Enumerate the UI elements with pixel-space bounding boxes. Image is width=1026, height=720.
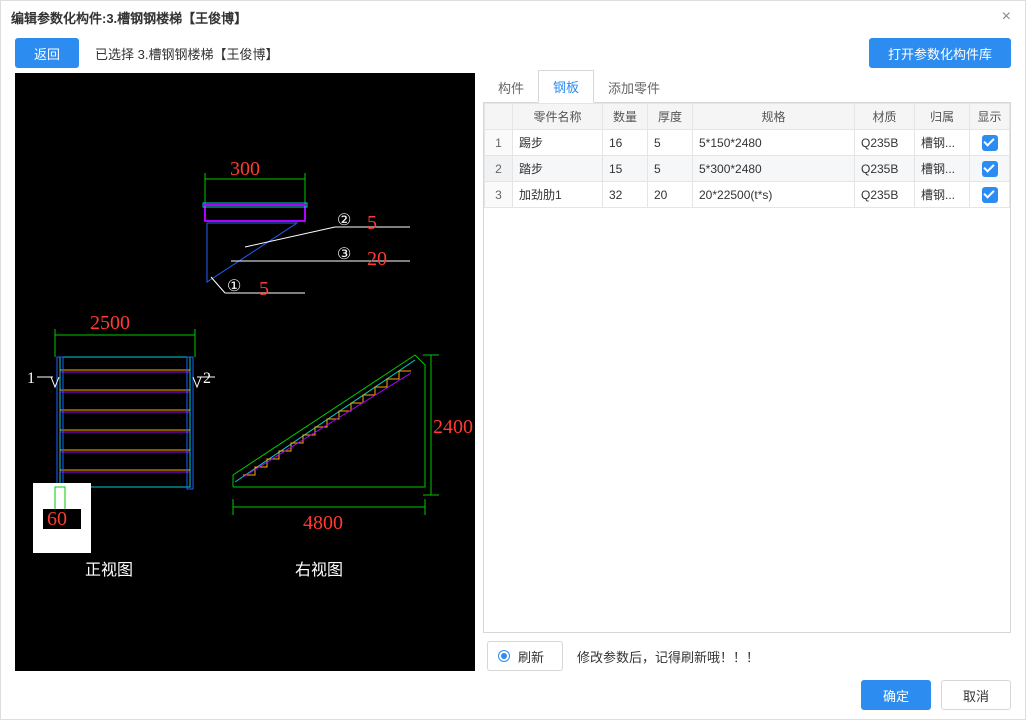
cell-thk[interactable]: 5: [648, 156, 693, 182]
col-owner[interactable]: 归属: [915, 104, 970, 130]
window: 编辑参数化构件:3.槽钢钢楼梯【王俊博】 × 返回 已选择 3.槽钢钢楼梯【王俊…: [0, 0, 1026, 720]
tabs: 构件 钢板 添加零件: [483, 73, 1011, 103]
callout-3: ③: [337, 246, 351, 263]
tab-component[interactable]: 构件: [483, 71, 539, 103]
col-qty[interactable]: 数量: [603, 104, 648, 130]
col-mat[interactable]: 材质: [855, 104, 915, 130]
mark-2: 2: [203, 370, 211, 387]
callout-1: ①: [227, 278, 241, 295]
cell-idx: 1: [485, 130, 513, 156]
cell-qty[interactable]: 32: [603, 182, 648, 208]
cell-name[interactable]: 踢步: [513, 130, 603, 156]
cell-show[interactable]: [970, 130, 1010, 156]
cell-qty[interactable]: 16: [603, 130, 648, 156]
checkbox-icon[interactable]: [982, 135, 998, 151]
cell-idx: 3: [485, 182, 513, 208]
refresh-button[interactable]: 刷新: [487, 641, 563, 671]
callout-2: ②: [337, 212, 351, 229]
tab-steel-plate[interactable]: 钢板: [538, 70, 594, 103]
cell-thk[interactable]: 20: [648, 182, 693, 208]
selected-name: 3.槽钢钢楼梯【王俊博】: [138, 47, 279, 62]
cell-spec[interactable]: 20*22500(t*s): [693, 182, 855, 208]
cell-show[interactable]: [970, 156, 1010, 182]
radio-icon: [498, 650, 510, 662]
cell-thk[interactable]: 5: [648, 130, 693, 156]
cell-show[interactable]: [970, 182, 1010, 208]
right-pane: 构件 钢板 添加零件 零件名称 数量 厚度 规格 材质 归属: [483, 73, 1011, 671]
table-wrap[interactable]: 零件名称 数量 厚度 规格 材质 归属 显示 1踢步1655*150*2480Q…: [483, 103, 1011, 633]
close-icon[interactable]: ×: [998, 8, 1015, 26]
col-thk[interactable]: 厚度: [648, 104, 693, 130]
dim-300: 300: [230, 158, 260, 180]
selected-prefix: 已选择: [95, 47, 138, 62]
cell-owner[interactable]: 槽钢...: [915, 130, 970, 156]
cancel-button[interactable]: 取消: [941, 680, 1011, 710]
titlebar: 编辑参数化构件:3.槽钢钢楼梯【王俊博】 ×: [1, 1, 1025, 33]
table-header-row: 零件名称 数量 厚度 规格 材质 归属 显示: [485, 104, 1010, 130]
window-title: 编辑参数化构件:3.槽钢钢楼梯【王俊博】: [11, 8, 247, 27]
col-idx[interactable]: [485, 104, 513, 130]
cell-mat[interactable]: Q235B: [855, 156, 915, 182]
ok-button[interactable]: 确定: [861, 680, 931, 710]
mark-1: 1: [27, 370, 35, 387]
cell-owner[interactable]: 槽钢...: [915, 182, 970, 208]
cell-owner[interactable]: 槽钢...: [915, 156, 970, 182]
cell-idx: 2: [485, 156, 513, 182]
cell-name[interactable]: 踏步: [513, 156, 603, 182]
cell-qty[interactable]: 15: [603, 156, 648, 182]
dim-4800: 4800: [303, 512, 343, 534]
cell-mat[interactable]: Q235B: [855, 130, 915, 156]
footer: 确定 取消: [1, 671, 1025, 719]
refresh-label: 刷新: [518, 647, 544, 666]
table-row[interactable]: 3加劲肋1322020*22500(t*s)Q235B槽钢...: [485, 182, 1010, 208]
cell-spec[interactable]: 5*150*2480: [693, 130, 855, 156]
refresh-row: 刷新 修改参数后，记得刷新哦！！！: [483, 633, 1011, 671]
parts-table: 零件名称 数量 厚度 规格 材质 归属 显示 1踢步1655*150*2480Q…: [484, 103, 1010, 208]
label-front: 正视图: [85, 561, 133, 579]
table-row[interactable]: 1踢步1655*150*2480Q235B槽钢...: [485, 130, 1010, 156]
selected-label: 已选择 3.槽钢钢楼梯【王俊博】: [95, 44, 278, 63]
checkbox-icon[interactable]: [982, 187, 998, 203]
drawing-svg: 300 ② 5 ③ 20 ① 5: [15, 73, 475, 671]
cell-name[interactable]: 加劲肋1: [513, 182, 603, 208]
open-library-button[interactable]: 打开参数化构件库: [869, 38, 1011, 68]
col-spec[interactable]: 规格: [693, 104, 855, 130]
val-20: 20: [367, 248, 387, 270]
val-5b: 5: [259, 278, 269, 300]
toolbar: 返回 已选择 3.槽钢钢楼梯【王俊博】 打开参数化构件库: [1, 33, 1025, 73]
refresh-hint: 修改参数后，记得刷新哦！！！: [577, 647, 759, 666]
table-body: 1踢步1655*150*2480Q235B槽钢...2踏步1555*300*24…: [485, 130, 1010, 208]
back-button[interactable]: 返回: [15, 38, 79, 68]
dim-2400: 2400: [433, 416, 473, 438]
col-show[interactable]: 显示: [970, 104, 1010, 130]
cell-mat[interactable]: Q235B: [855, 182, 915, 208]
cell-spec[interactable]: 5*300*2480: [693, 156, 855, 182]
val-5a: 5: [367, 212, 377, 234]
checkbox-icon[interactable]: [982, 161, 998, 177]
dim-2500: 2500: [90, 312, 130, 334]
drawing-pane[interactable]: 300 ② 5 ③ 20 ① 5: [15, 73, 475, 671]
label-right: 右视图: [295, 561, 343, 579]
table-row[interactable]: 2踏步1555*300*2480Q235B槽钢...: [485, 156, 1010, 182]
content: 300 ② 5 ③ 20 ① 5: [15, 73, 1011, 671]
val-60: 60: [47, 508, 67, 530]
tab-add-part[interactable]: 添加零件: [593, 71, 675, 103]
col-name[interactable]: 零件名称: [513, 104, 603, 130]
